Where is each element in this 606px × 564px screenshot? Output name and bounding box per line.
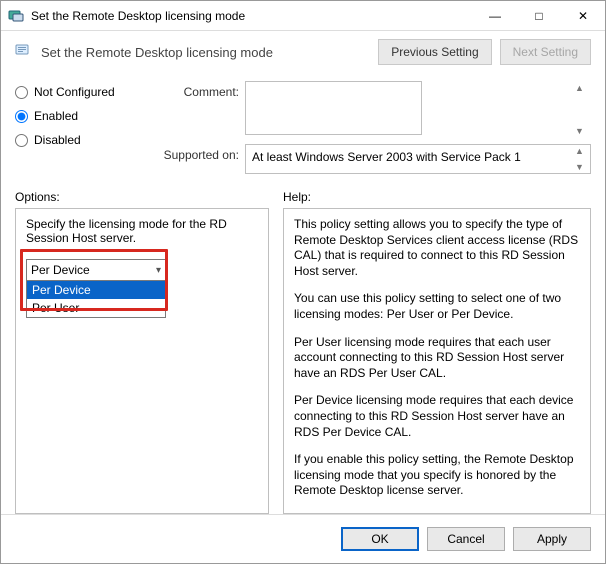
app-icon [7,7,25,25]
help-text: This policy setting allows you to specif… [294,217,580,505]
radio-enabled-input[interactable] [15,110,28,123]
help-pane: This policy setting allows you to specif… [283,208,591,514]
help-paragraph: Per User licensing mode requires that ea… [294,335,580,382]
help-paragraph: This policy setting allows you to specif… [294,217,580,279]
help-paragraph: If you enable this policy setting, the R… [294,452,580,499]
comment-label: Comment: [155,81,239,99]
ok-button[interactable]: OK [341,527,419,551]
dropdown-list: Per Device Per User [26,281,166,318]
main-panes: Specify the licensing mode for the RD Se… [1,208,605,514]
dropdown-selected[interactable]: Per Device ▾ [26,259,166,281]
supported-label: Supported on: [155,144,239,162]
radio-enabled[interactable]: Enabled [15,109,147,123]
radio-disabled[interactable]: Disabled [15,133,147,147]
window-controls: — □ ✕ [473,1,605,30]
comment-input[interactable] [245,81,422,135]
cancel-button[interactable]: Cancel [427,527,505,551]
previous-setting-button[interactable]: Previous Setting [378,39,491,65]
supported-text: At least Windows Server 2003 with Servic… [252,150,521,164]
dropdown-selected-text: Per Device [31,263,90,277]
radio-disabled-label: Disabled [34,133,81,147]
dropdown-item-per-user[interactable]: Per User [27,299,165,317]
radio-not-configured-input[interactable] [15,86,28,99]
licensing-mode-dropdown[interactable]: Per Device ▾ Per Device Per User [26,259,166,318]
window-title: Set the Remote Desktop licensing mode [31,9,473,23]
close-button[interactable]: ✕ [561,1,605,30]
footer-buttons: OK Cancel Apply [1,514,605,563]
titlebar: Set the Remote Desktop licensing mode — … [1,1,605,31]
pane-labels: Options: Help: [1,180,605,208]
apply-button[interactable]: Apply [513,527,591,551]
chevron-down-icon: ▾ [156,265,161,276]
policy-icon [15,42,33,63]
radio-not-configured-label: Not Configured [34,85,115,99]
radio-not-configured[interactable]: Not Configured [15,85,147,99]
header-subtitle: Set the Remote Desktop licensing mode [41,45,273,60]
help-paragraph: Per Device licensing mode requires that … [294,393,580,440]
minimize-button[interactable]: — [473,1,517,30]
next-setting-button[interactable]: Next Setting [500,39,591,65]
help-label: Help: [283,190,591,204]
options-label: Options: [15,190,269,204]
dropdown-item-per-device[interactable]: Per Device [27,281,165,299]
options-instruction: Specify the licensing mode for the RD Se… [26,217,258,245]
config-area: Not Configured Enabled Disabled Comment:… [1,73,605,180]
options-pane: Specify the licensing mode for the RD Se… [15,208,269,514]
radio-disabled-input[interactable] [15,134,28,147]
state-radios: Not Configured Enabled Disabled [15,81,147,174]
scroll-arrows-icon: ▲▼ [575,83,589,136]
help-paragraph: You can use this policy setting to selec… [294,291,580,322]
header-row: Set the Remote Desktop licensing mode Pr… [1,31,605,73]
supported-value: At least Windows Server 2003 with Servic… [245,144,591,174]
maximize-button[interactable]: □ [517,1,561,30]
radio-enabled-label: Enabled [34,109,78,123]
